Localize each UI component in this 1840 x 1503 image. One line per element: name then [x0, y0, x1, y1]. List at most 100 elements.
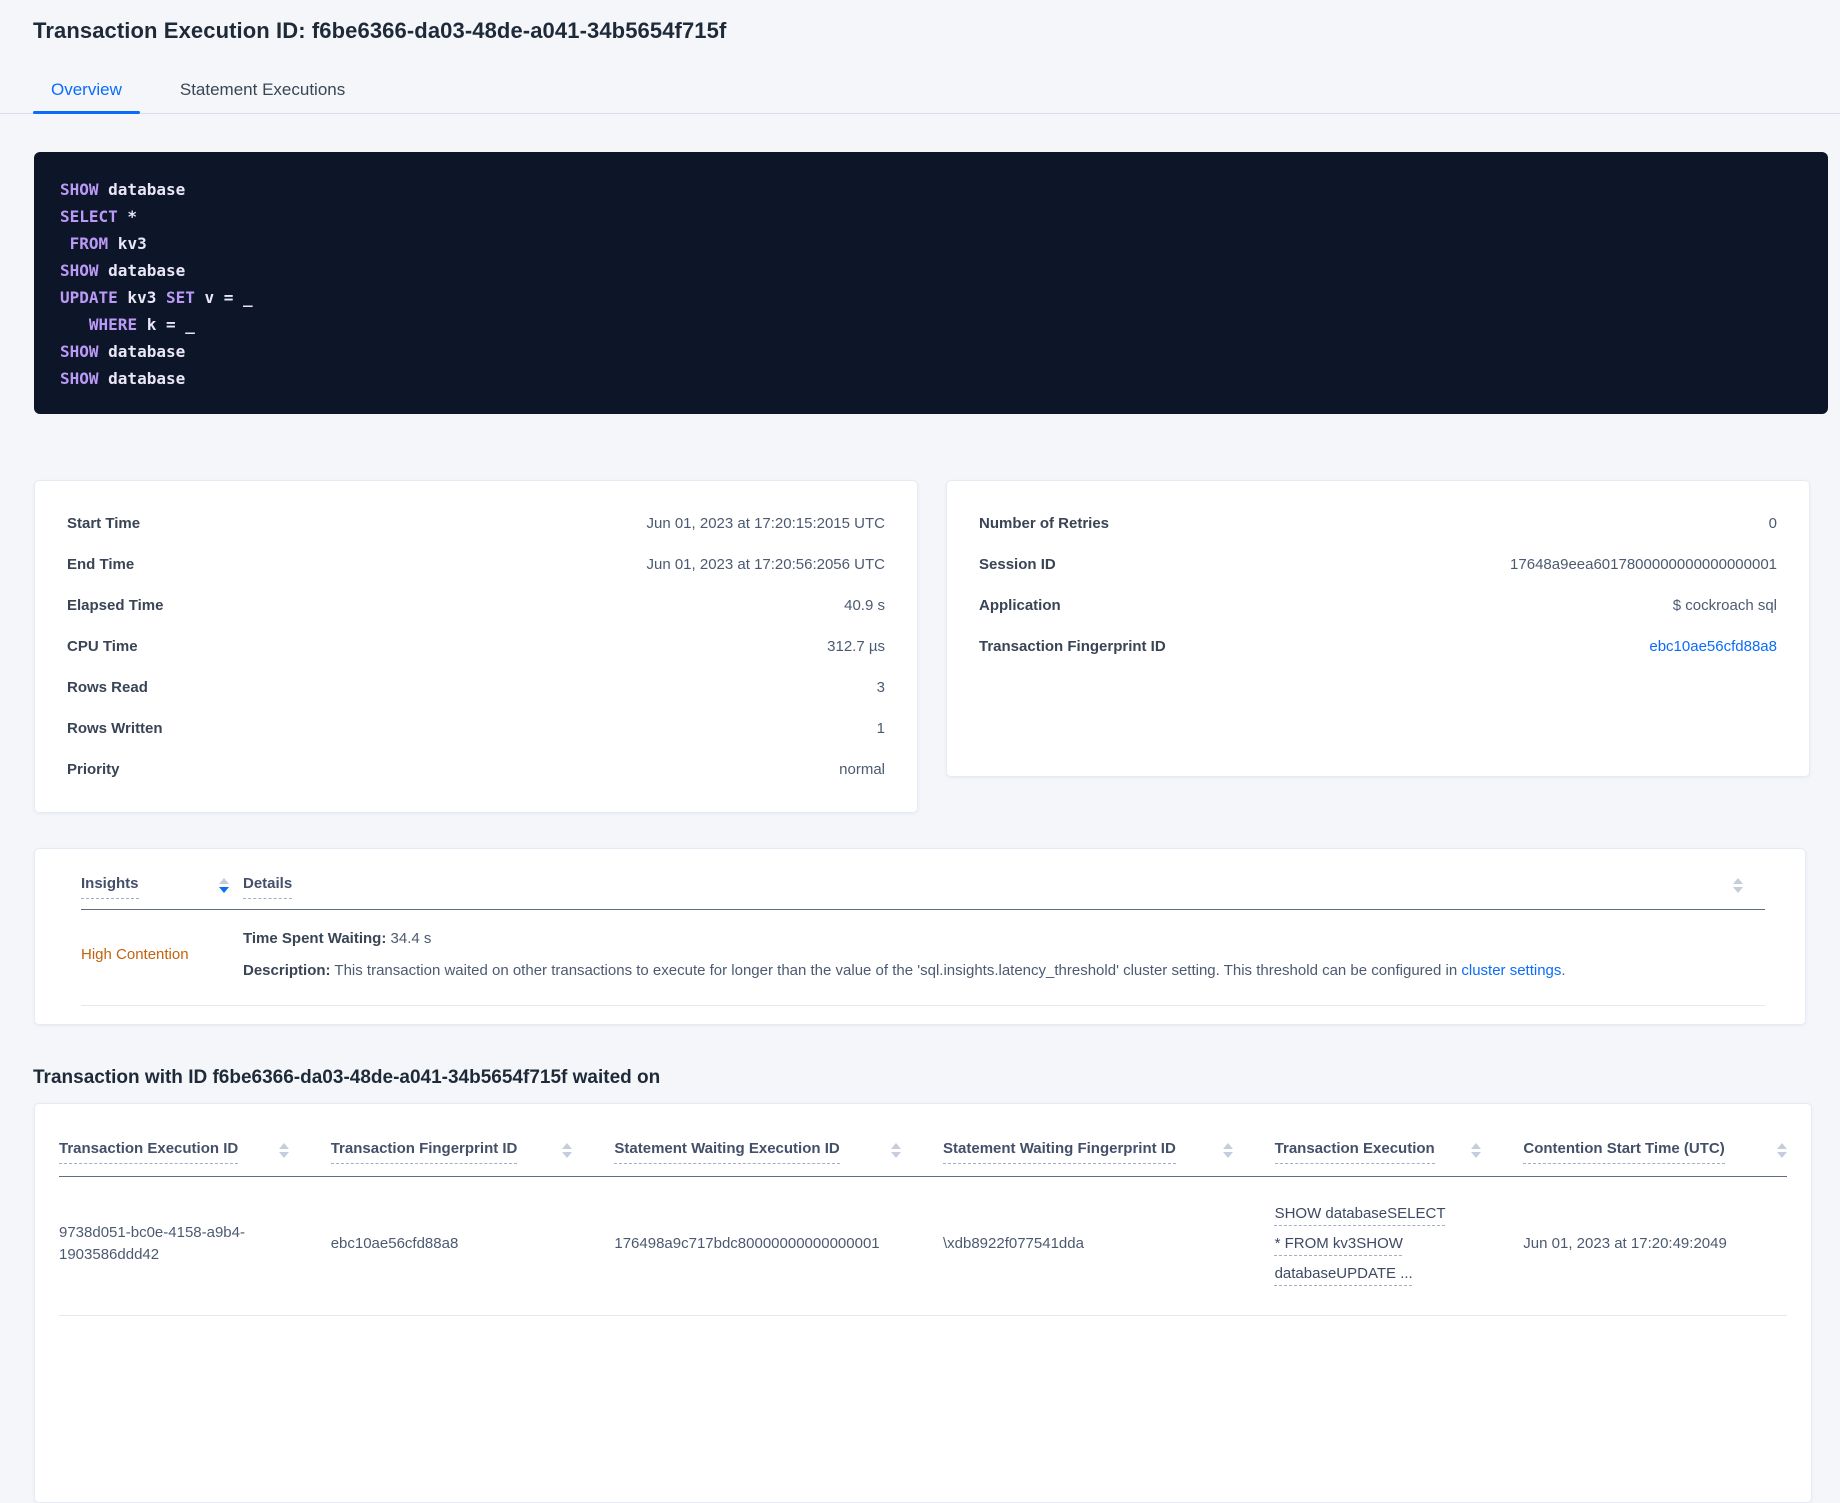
- txn-fingerprint-link[interactable]: ebc10ae56cfd88a8: [1649, 638, 1777, 655]
- column-header-transaction-execution-id: Transaction Execution ID: [59, 1140, 331, 1164]
- description-label: Description:: [243, 962, 331, 979]
- sort-down-icon: [1733, 887, 1743, 893]
- waited-on-heading: Transaction with ID f6be6366-da03-48de-a…: [33, 1067, 661, 1088]
- session-summary-card: Number of Retries 0 Session ID 17648a9ee…: [946, 480, 1810, 777]
- page-title: Transaction Execution ID: f6be6366-da03-…: [33, 18, 727, 43]
- cell-contention-start-time: Jun 01, 2023 at 17:20:49:2049: [1523, 1235, 1727, 1252]
- elapsed-time-label: Elapsed Time: [67, 597, 164, 614]
- column-header-transaction-fingerprint-id: Transaction Fingerprint ID: [330, 1140, 615, 1164]
- summary-row-cpu-time: CPU Time 312.7 µs: [67, 626, 885, 667]
- sort-icon[interactable]: [562, 1143, 573, 1158]
- column-header-statement-waiting-fingerprint-id: Statement Waiting Fingerprint ID: [943, 1140, 1275, 1164]
- column-label[interactable]: Statement Waiting Fingerprint ID: [943, 1140, 1176, 1164]
- description-text: This transaction waited on other transac…: [330, 962, 1462, 979]
- sort-up-icon: [278, 1143, 289, 1149]
- application-label: Application: [979, 597, 1061, 614]
- cpu-time-label: CPU Time: [67, 638, 138, 655]
- priority-label: Priority: [67, 761, 120, 778]
- sort-down-icon: [278, 1152, 289, 1158]
- start-time-value: Jun 01, 2023 at 17:20:15:2015 UTC: [646, 515, 885, 532]
- details-column-label[interactable]: Details: [243, 875, 293, 899]
- sort-up-icon: [1733, 878, 1743, 884]
- sort-down-icon: [1222, 1152, 1233, 1158]
- summary-row-rows-read: Rows Read 3: [67, 667, 885, 708]
- transaction-execution-statement-link[interactable]: SHOW databaseSELECT * FROM kv3SHOW datab…: [1275, 1199, 1447, 1289]
- sort-up-icon: [1222, 1143, 1233, 1149]
- rows-read-value: 3: [876, 679, 885, 696]
- time-spent-waiting-value: 34.4 s: [386, 930, 432, 947]
- summary-row-txn-fingerprint: Transaction Fingerprint ID ebc10ae56cfd8…: [979, 626, 1777, 667]
- sort-icon[interactable]: [1222, 1143, 1233, 1158]
- column-header-contention-start-time: Contention Start Time (UTC): [1523, 1140, 1788, 1164]
- sort-up-icon: [891, 1143, 902, 1149]
- insights-table-header: Insights Details: [81, 849, 1765, 910]
- summary-row-rows-written: Rows Written 1: [67, 708, 885, 749]
- waited-on-table-row: 9738d051-bc0e-4158-a9b4-1903586ddd42 ebc…: [59, 1177, 1787, 1316]
- insights-table-row: High Contention Time Spent Waiting: 34.4…: [81, 910, 1765, 1006]
- sort-up-icon: [1777, 1143, 1788, 1149]
- retries-value: 0: [1768, 515, 1777, 532]
- tab-bar: Overview Statement Executions: [0, 72, 1840, 114]
- sort-up-icon: [219, 878, 229, 884]
- sort-icon-insights[interactable]: [219, 878, 229, 893]
- end-time-value: Jun 01, 2023 at 17:20:56:2056 UTC: [646, 556, 885, 573]
- cluster-settings-link[interactable]: cluster settings: [1461, 962, 1561, 979]
- end-time-label: End Time: [67, 556, 135, 573]
- sort-up-icon: [1471, 1143, 1482, 1149]
- column-label[interactable]: Transaction Execution: [1274, 1140, 1435, 1164]
- description-suffix: .: [1561, 962, 1566, 979]
- summary-row-retries: Number of Retries 0: [979, 503, 1777, 544]
- column-label[interactable]: Transaction Fingerprint ID: [330, 1140, 518, 1164]
- priority-value: normal: [839, 761, 885, 778]
- execution-summary-card: Start Time Jun 01, 2023 at 17:20:15:2015…: [34, 480, 918, 813]
- rows-read-label: Rows Read: [67, 679, 148, 696]
- cell-transaction-execution: SHOW databaseSELECT * FROM kv3SHOW datab…: [1275, 1199, 1524, 1289]
- time-spent-waiting-line: Time Spent Waiting: 34.4 s: [243, 928, 1765, 949]
- rows-written-label: Rows Written: [67, 720, 163, 737]
- cell-statement-waiting-fingerprint-id: \xdb8922f077541dda: [942, 1235, 1084, 1252]
- sort-icon[interactable]: [1777, 1143, 1788, 1158]
- summary-row-elapsed-time: Elapsed Time 40.9 s: [67, 585, 885, 626]
- cpu-time-value: 312.7 µs: [827, 638, 885, 655]
- sort-icon-header-right[interactable]: [1733, 878, 1743, 893]
- cell-statement-waiting-execution-id: 176498a9c717bdc80000000000000001: [614, 1235, 880, 1252]
- sort-icon[interactable]: [1471, 1143, 1482, 1158]
- sql-statements-box: SHOW database SELECT * FROM kv3 SHOW dat…: [34, 152, 1828, 414]
- insight-details-cell: Time Spent Waiting: 34.4 s Description: …: [243, 928, 1765, 981]
- column-label[interactable]: Transaction Execution ID: [59, 1140, 239, 1164]
- elapsed-time-value: 40.9 s: [844, 597, 885, 614]
- session-id-value: 17648a9eea6017800000000000000001: [1510, 556, 1777, 573]
- insight-badge-high-contention: High Contention: [81, 946, 189, 963]
- description-line: Description: This transaction waited on …: [243, 960, 1765, 981]
- session-id-label: Session ID: [979, 556, 1056, 573]
- start-time-label: Start Time: [67, 515, 141, 532]
- application-value: $ cockroach sql: [1672, 597, 1777, 614]
- column-header-statement-waiting-execution-id: Statement Waiting Execution ID: [614, 1140, 943, 1164]
- tab-statement-executions[interactable]: Statement Executions: [162, 72, 363, 113]
- insights-table-card: Insights Details High Contention Time Sp…: [34, 848, 1806, 1025]
- tab-overview[interactable]: Overview: [33, 72, 140, 114]
- column-label[interactable]: Contention Start Time (UTC): [1523, 1140, 1725, 1164]
- cell-transaction-execution-id: 9738d051-bc0e-4158-a9b4-1903586ddd42: [59, 1224, 245, 1263]
- insights-column-label[interactable]: Insights: [81, 875, 139, 899]
- column-label[interactable]: Statement Waiting Execution ID: [614, 1140, 840, 1164]
- summary-row-priority: Priority normal: [67, 749, 885, 790]
- sort-down-icon: [891, 1152, 902, 1158]
- sort-up-icon: [562, 1143, 573, 1149]
- waited-on-table-card: Transaction Execution ID Transaction Fin…: [34, 1103, 1812, 1503]
- retries-label: Number of Retries: [979, 515, 1110, 532]
- sort-icon[interactable]: [278, 1143, 289, 1158]
- transaction-execution-details-page: Transaction Execution ID: f6be6366-da03-…: [0, 0, 1840, 1503]
- sort-down-icon: [219, 887, 229, 893]
- insights-card-footer: [81, 1006, 1765, 1024]
- summary-row-application: Application $ cockroach sql: [979, 585, 1777, 626]
- sort-down-icon: [562, 1152, 573, 1158]
- cell-transaction-fingerprint-id: ebc10ae56cfd88a8: [330, 1235, 459, 1252]
- sort-down-icon: [1777, 1152, 1788, 1158]
- summary-row-start-time: Start Time Jun 01, 2023 at 17:20:15:2015…: [67, 503, 885, 544]
- waited-on-table-header: Transaction Execution ID Transaction Fin…: [59, 1104, 1788, 1177]
- rows-written-value: 1: [876, 720, 885, 737]
- sql-statements-code: SHOW database SELECT * FROM kv3 SHOW dat…: [60, 180, 253, 388]
- sort-icon[interactable]: [891, 1143, 902, 1158]
- summary-row-end-time: End Time Jun 01, 2023 at 17:20:56:2056 U…: [67, 544, 885, 585]
